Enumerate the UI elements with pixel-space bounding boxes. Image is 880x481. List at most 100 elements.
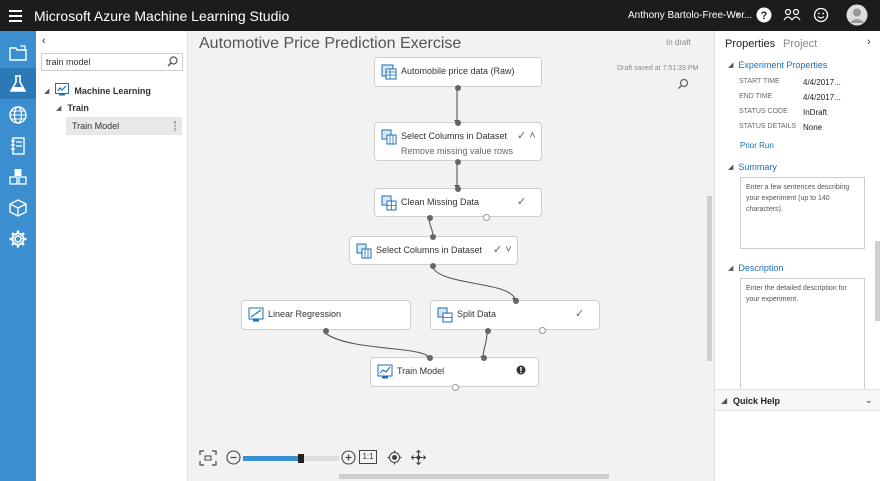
tree-node-train[interactable]: ◢ Train xyxy=(56,103,89,113)
status-check-icon[interactable]: ✓ ˄ xyxy=(517,129,536,142)
warning-icon[interactable] xyxy=(516,365,526,378)
chevron-down-icon[interactable]: ▾ xyxy=(736,10,740,19)
user-name-dropdown[interactable]: Anthony Bartolo-Free-Wor... xyxy=(628,10,752,21)
fit-to-screen-icon[interactable] xyxy=(199,450,217,466)
tree-label-machine-learning: Machine Learning xyxy=(74,85,151,96)
left-nav xyxy=(0,31,36,481)
module-linear-regression[interactable]: Linear Regression xyxy=(241,300,411,334)
center-view-icon[interactable] xyxy=(387,450,402,465)
prior-run-link[interactable]: Prior Run xyxy=(740,141,774,150)
output-port[interactable] xyxy=(485,328,491,334)
properties-scrollbar[interactable] xyxy=(875,241,880,321)
palette-item-train-model[interactable]: Train Model xyxy=(66,117,182,135)
module-palette: ‹ ◢ Machine Learning ◢ Train Train Model xyxy=(36,31,188,481)
module-title: Select Columns in Dataset xyxy=(376,245,483,255)
module-automobile-price-data[interactable]: Automobile price data (Raw) xyxy=(374,57,542,91)
output-port[interactable] xyxy=(483,214,490,221)
tab-project[interactable]: Project xyxy=(783,38,817,50)
experiments-icon[interactable] xyxy=(0,68,36,99)
help-icon[interactable]: ? xyxy=(755,6,773,24)
module-clean-missing-data[interactable]: Clean Missing Data ✓ xyxy=(374,186,542,221)
description-textarea[interactable]: Enter the detailed description for your … xyxy=(740,278,865,390)
output-port[interactable] xyxy=(539,327,546,334)
train-model-icon xyxy=(377,364,393,383)
web-services-icon[interactable] xyxy=(0,99,36,130)
clean-data-icon xyxy=(381,195,397,214)
section-experiment-properties[interactable]: ◢ Experiment Properties xyxy=(728,60,827,70)
community-icon[interactable] xyxy=(783,6,801,24)
collapse-caret-icon[interactable]: ◢ xyxy=(728,163,733,171)
palette-item-label: Train Model xyxy=(72,121,120,131)
prop-label: START TIME xyxy=(739,78,780,85)
collapse-caret-icon[interactable]: ◢ xyxy=(721,396,727,405)
input-port[interactable] xyxy=(427,355,433,361)
module-train-model[interactable]: Train Model xyxy=(370,355,539,391)
zoom-slider[interactable] xyxy=(243,454,339,463)
select-columns-icon xyxy=(356,243,372,262)
tree-node-machine-learning[interactable]: ◢ Machine Learning xyxy=(44,83,151,98)
pan-icon[interactable] xyxy=(411,450,426,465)
collapse-properties-button[interactable]: › xyxy=(867,36,871,48)
prop-status-code: STATUS CODE InDraft xyxy=(739,108,879,117)
connector-line xyxy=(431,265,516,300)
user-avatar-icon[interactable] xyxy=(846,4,868,26)
zoom-in-icon[interactable] xyxy=(341,450,356,465)
settings-icon[interactable] xyxy=(0,223,36,254)
dataset-icon xyxy=(381,64,397,83)
canvas-horizontal-scrollbar[interactable] xyxy=(339,474,609,479)
zoom-slider-thumb[interactable] xyxy=(297,454,304,463)
quick-help-label: Quick Help xyxy=(733,396,781,406)
module-search-input[interactable] xyxy=(41,53,183,71)
projects-icon[interactable] xyxy=(0,37,36,68)
collapse-caret-icon[interactable]: ◢ xyxy=(728,61,733,69)
connector-line xyxy=(482,332,488,358)
input-port[interactable] xyxy=(455,120,461,126)
feedback-smile-icon[interactable] xyxy=(812,6,830,24)
canvas-vertical-scrollbar[interactable] xyxy=(707,196,712,361)
datasets-icon[interactable] xyxy=(0,161,36,192)
experiment-canvas[interactable]: Automotive Price Prediction Exercise In … xyxy=(189,31,713,481)
status-check-icon[interactable]: ✓ xyxy=(517,195,526,208)
prop-value: 4/4/2017... xyxy=(803,78,841,87)
output-port[interactable] xyxy=(455,85,461,91)
module-select-columns-2[interactable]: Select Columns in Dataset ✓ ˅ xyxy=(349,234,518,269)
output-port[interactable] xyxy=(455,159,461,165)
section-summary[interactable]: ◢ Summary xyxy=(728,162,777,172)
collapse-palette-button[interactable]: ‹ xyxy=(42,35,46,47)
svg-text:?: ? xyxy=(761,10,768,22)
search-icon[interactable] xyxy=(167,56,178,70)
chevron-down-icon[interactable]: ⌄ xyxy=(865,395,873,406)
status-check-icon[interactable]: ✓ xyxy=(575,307,584,320)
module-title: Split Data xyxy=(457,309,497,319)
output-port[interactable] xyxy=(452,384,459,391)
summary-textarea[interactable]: Enter a few sentences describing your ex… xyxy=(740,177,865,249)
output-port[interactable] xyxy=(323,328,329,334)
module-title: Select Columns in Dataset xyxy=(401,131,508,141)
select-columns-icon xyxy=(381,129,397,148)
quick-help-bar[interactable]: ◢ Quick Help ⌄ xyxy=(715,389,880,411)
zoom-slider-fill xyxy=(243,456,301,461)
output-port[interactable] xyxy=(430,263,436,269)
expand-caret-icon[interactable]: ◢ xyxy=(44,87,49,95)
actual-size-button[interactable]: 1:1 xyxy=(359,450,377,464)
module-split-data[interactable]: Split Data ✓ xyxy=(430,298,600,334)
input-port[interactable] xyxy=(481,355,487,361)
input-port[interactable] xyxy=(513,298,519,304)
module-select-columns-1[interactable]: Select Columns in Dataset Remove missing… xyxy=(374,120,542,165)
menu-icon[interactable] xyxy=(0,0,30,31)
tree-label-train: Train xyxy=(67,103,89,113)
zoom-out-icon[interactable] xyxy=(226,450,241,465)
section-description[interactable]: ◢ Description xyxy=(728,263,783,273)
input-port[interactable] xyxy=(455,186,461,192)
collapse-caret-icon[interactable]: ◢ xyxy=(728,264,733,272)
output-port[interactable] xyxy=(427,215,433,221)
drag-handle-icon[interactable] xyxy=(174,121,176,131)
notebooks-icon[interactable] xyxy=(0,130,36,161)
expand-caret-icon[interactable]: ◢ xyxy=(56,104,61,112)
prop-label: END TIME xyxy=(739,93,773,100)
prop-start-time: START TIME 4/4/2017... xyxy=(739,78,879,87)
input-port[interactable] xyxy=(430,234,436,240)
status-check-icon[interactable]: ✓ ˅ xyxy=(493,243,512,256)
trained-models-icon[interactable] xyxy=(0,192,36,223)
tab-properties[interactable]: Properties xyxy=(725,38,775,50)
